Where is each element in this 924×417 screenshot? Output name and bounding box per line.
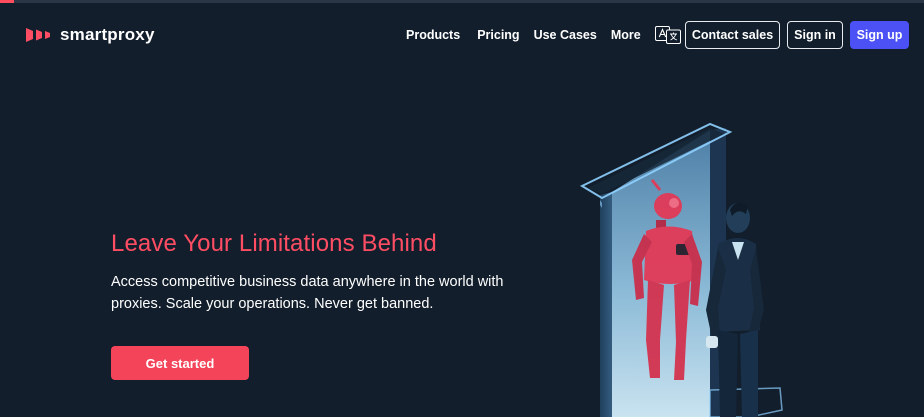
contact-sales-button[interactable]: Contact sales	[685, 21, 780, 49]
get-started-button[interactable]: Get started	[111, 346, 249, 380]
translate-icon[interactable]	[654, 26, 681, 44]
site-header: smartproxy Products Pricing Use Cases Mo…	[0, 3, 924, 65]
brand-logo[interactable]: smartproxy	[26, 24, 155, 46]
logo-mark-icon	[26, 28, 50, 42]
sign-up-button[interactable]: Sign up	[850, 21, 909, 49]
main-nav: Products Pricing Use Cases More	[406, 25, 681, 45]
sign-in-button[interactable]: Sign in	[787, 21, 843, 49]
hero-subtitle: Access competitive business data anywher…	[111, 274, 504, 312]
nav-item-pricing[interactable]: Pricing	[477, 28, 519, 42]
hero-title: Leave Your Limitations Behind	[111, 230, 437, 257]
brand-name: smartproxy	[60, 25, 155, 44]
nav-item-more[interactable]: More	[611, 28, 641, 42]
nav-item-products[interactable]: Products	[406, 28, 460, 42]
hero-illustration	[579, 122, 783, 417]
nav-item-use-cases[interactable]: Use Cases	[534, 28, 597, 42]
